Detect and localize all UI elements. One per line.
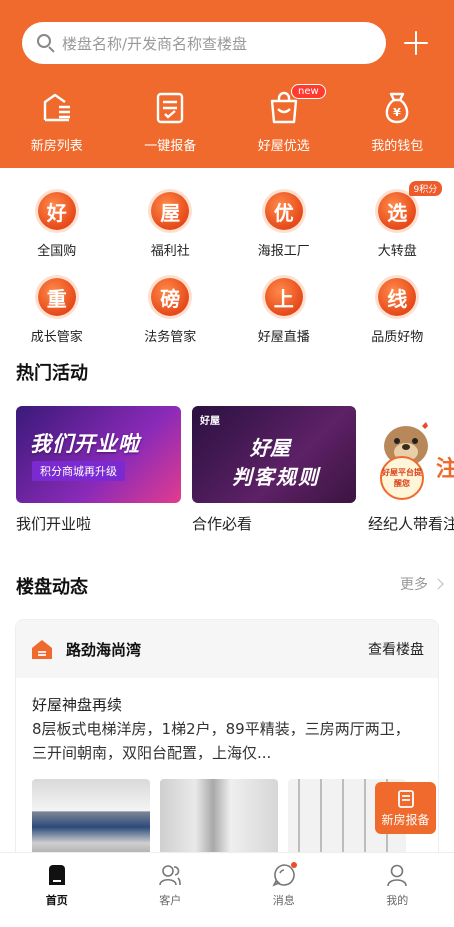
tab-profile[interactable]: 我的: [341, 853, 454, 927]
add-icon[interactable]: [402, 29, 430, 57]
home-icon: [48, 865, 65, 885]
grid-item-legal-butler[interactable]: 磅 法务管家: [114, 278, 228, 345]
you-icon: 优: [264, 192, 303, 230]
quick-item-my-wallet[interactable]: ¥ 我的钱包: [341, 90, 454, 154]
news-description: 8层板式电梯洋房，1梯2户，89平精装，三房两厅两卫，三开间朝南，双阳台配置，上…: [32, 720, 410, 762]
house-icon: [32, 640, 52, 659]
grid-item-welfare[interactable]: 屋 福利社: [114, 192, 228, 259]
grid-row: 好 全国购 屋 福利社 优 海报工厂 选 9积分 大转盘: [0, 181, 454, 259]
grid-label: 大转盘: [377, 244, 417, 259]
quick-label: 我的钱包: [371, 139, 424, 154]
tab-messages[interactable]: 消息: [227, 853, 341, 927]
building-list-icon: [43, 93, 70, 122]
banner-art-title: 我们开业啦: [30, 432, 140, 456]
zhong-icon: 重: [37, 278, 76, 316]
report-form-icon: [157, 92, 184, 124]
project-name: 路劲海尚湾: [66, 640, 142, 659]
money-bag-icon: ¥: [385, 92, 409, 124]
quick-actions: 新房列表 一键报备 new 好屋优选 ¥ 我的钱包: [0, 84, 454, 154]
xuan-icon: 选: [378, 192, 417, 230]
reminder-tag: 好屋平台提醒您: [380, 456, 424, 500]
grid-item-nationwide-buy[interactable]: 好 全国购: [0, 192, 114, 259]
tab-label: 我的: [386, 894, 409, 907]
news-subtitle: 好屋神盘再续: [32, 696, 123, 714]
hao-icon: 好: [37, 192, 76, 230]
banner-grand-opening[interactable]: 我们开业啦 积分商城再升级: [16, 406, 181, 503]
grid-item-growth-butler[interactable]: 重 成长管家: [0, 278, 114, 345]
chevron-right-icon: [432, 578, 444, 590]
interior-photo[interactable]: [160, 779, 278, 859]
grid-item-quality-goods[interactable]: 线 品质好物: [341, 278, 454, 345]
banner-art-text: 注: [436, 457, 454, 482]
xian-icon: 线: [378, 278, 417, 316]
hot-activities-title: 热门活动: [16, 363, 88, 384]
banner-art-subtitle: 积分商城再升级: [32, 461, 125, 481]
banner-label: 我们开业啦: [16, 515, 92, 533]
banner-art-line2: 判客规则: [232, 465, 320, 489]
grid-label: 法务管家: [144, 330, 197, 345]
points-badge: 9积分: [408, 181, 443, 196]
quick-item-one-click-report[interactable]: 一键报备: [114, 90, 228, 154]
grid-row: 重 成长管家 磅 法务管家 上 好屋直播 线 品质好物: [0, 278, 454, 345]
card-header: 路劲海尚湾 查看楼盘: [16, 620, 438, 678]
tab-home[interactable]: 首页: [0, 853, 114, 927]
banner-agent-viewing[interactable]: 好屋平台提醒您 注: [368, 406, 454, 503]
more-label: 更多: [400, 577, 428, 593]
photo-strip: [32, 779, 424, 859]
new-badge: new: [291, 84, 326, 99]
bottom-tab-bar: 首页 客户 消息 我的: [0, 852, 454, 927]
banner-label: 经纪人带看注: [368, 515, 454, 533]
quick-label: 一键报备: [144, 139, 197, 154]
search-placeholder: 楼盘名称/开发商名称查楼盘: [62, 34, 248, 53]
grid-label: 好屋直播: [257, 330, 310, 345]
tab-customers[interactable]: 客户: [114, 853, 228, 927]
report-icon: [397, 789, 414, 808]
haowu-logo: 好屋: [200, 416, 220, 427]
new-house-report-button[interactable]: 新房报备: [375, 782, 436, 834]
bang-icon: 磅: [151, 278, 190, 316]
profile-icon: [387, 864, 408, 887]
quick-label: 好屋优选: [257, 139, 310, 154]
tab-label: 首页: [45, 894, 68, 907]
search-icon: [36, 33, 56, 53]
banner-cooperation[interactable]: 好屋 好屋 判客规则: [192, 406, 356, 503]
grid-label: 成长管家: [30, 330, 83, 345]
grid-item-live[interactable]: 上 好屋直播: [227, 278, 341, 345]
view-project-link[interactable]: 查看楼盘: [368, 639, 424, 659]
grid-item-lucky-wheel[interactable]: 选 9积分 大转盘: [341, 181, 454, 259]
feature-grid: 好 全国购 屋 福利社 优 海报工厂 选 9积分 大转盘 重 成长管家 磅 法务…: [0, 168, 454, 355]
grid-label: 海报工厂: [257, 244, 310, 259]
unread-dot: [291, 862, 297, 868]
tab-label: 客户: [159, 894, 182, 907]
living-room-photo[interactable]: [32, 779, 150, 859]
header: 楼盘名称/开发商名称查楼盘 新房列表 一键报备 new 好屋优选 ¥ 我的钱包: [0, 0, 454, 168]
search-input[interactable]: 楼盘名称/开发商名称查楼盘: [22, 22, 386, 64]
banner-art-line1: 好屋: [250, 436, 290, 460]
tab-label: 消息: [272, 894, 295, 907]
banner-label: 合作必看: [192, 515, 253, 533]
quick-item-haowu-select[interactable]: new 好屋优选: [227, 84, 341, 154]
grid-label: 全国购: [37, 244, 77, 259]
quick-label: 新房列表: [30, 139, 83, 154]
customers-icon: [159, 865, 182, 886]
grid-label: 品质好物: [371, 330, 424, 345]
wu-icon: 屋: [151, 192, 190, 230]
project-news-title: 楼盘动态: [16, 577, 88, 598]
shang-icon: 上: [264, 278, 303, 316]
grid-label: 福利社: [150, 244, 190, 259]
svg-text:¥: ¥: [393, 106, 401, 119]
main-content: 热门活动 我们开业啦 积分商城再升级 好屋 好屋 判客规则 好屋平台提醒您 注 …: [0, 355, 454, 860]
float-button-label: 新房报备: [381, 812, 430, 827]
quick-item-new-house-list[interactable]: 新房列表: [0, 90, 114, 154]
grid-item-poster-factory[interactable]: 优 海报工厂: [227, 192, 341, 259]
more-link[interactable]: 更多: [400, 574, 444, 594]
card-body: 好屋神盘再续 8层板式电梯洋房，1梯2户，89平精装，三房两厅两卫，三开间朝南，…: [16, 678, 438, 859]
